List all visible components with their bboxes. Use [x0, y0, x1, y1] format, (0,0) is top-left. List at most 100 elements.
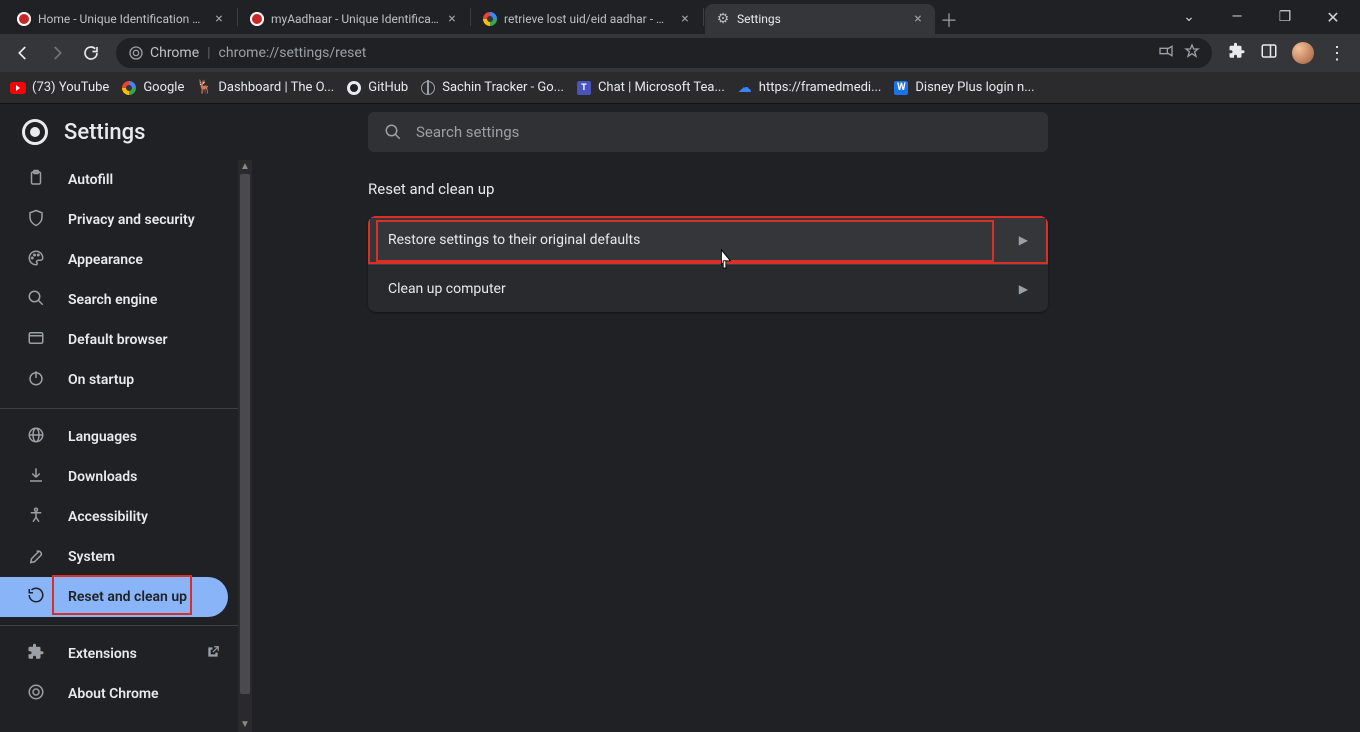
sidebar-item-appearance[interactable]: Appearance [0, 240, 238, 280]
sidebar-item-default-browser[interactable]: Default browser [0, 320, 238, 360]
shield-icon [26, 209, 46, 231]
minimize-button[interactable]: — [1224, 9, 1250, 25]
sidebar-item-on-startup[interactable]: On startup [0, 360, 238, 400]
profile-avatar[interactable] [1292, 42, 1314, 64]
sidebar-label: Languages [68, 429, 137, 445]
sidebar-item-extensions[interactable]: Extensions [0, 634, 238, 674]
close-tab-icon[interactable]: × [678, 12, 692, 26]
bookmark-disney[interactable]: WDisney Plus login n... [893, 80, 1034, 96]
maximize-button[interactable]: ❐ [1272, 9, 1298, 25]
bookmark-teams[interactable]: TChat | Microsoft Tea... [576, 80, 725, 96]
kebab-menu-icon[interactable]: ⋮ [1328, 43, 1346, 64]
sidebar-viewport: Autofill Privacy and security Appearance… [0, 160, 238, 732]
scroll-thumb[interactable] [240, 174, 250, 694]
tab-title: Home - Unique Identification Aut [38, 12, 206, 26]
globe-icon [420, 80, 436, 96]
chevron-down-icon[interactable]: ⌄ [1176, 9, 1202, 25]
bookmark-google[interactable]: Google [121, 80, 184, 96]
tab-separator [237, 8, 238, 26]
browser-tab-3[interactable]: retrieve lost uid/eid aadhar - Goo × [472, 4, 702, 34]
bookmark-label: Sachin Tracker - Go... [442, 80, 564, 95]
sidebar-item-autofill[interactable]: Autofill [0, 160, 238, 200]
reload-button[interactable] [76, 38, 106, 68]
sidebar-item-reset[interactable]: Reset and clean up [0, 577, 228, 617]
sidebar-item-system[interactable]: System [0, 537, 238, 577]
row-label: Clean up computer [388, 281, 506, 297]
sidebar-item-accessibility[interactable]: Accessibility [0, 497, 238, 537]
sidebar-label: Autofill [68, 172, 113, 188]
globe-icon [26, 426, 46, 448]
bookmark-label: Dashboard | The O... [218, 80, 334, 95]
bookmark-label: (73) YouTube [32, 80, 109, 95]
sidebar-item-downloads[interactable]: Downloads [0, 457, 238, 497]
settings-sidebar: Autofill Privacy and security Appearance… [0, 160, 252, 732]
w-icon: W [893, 80, 909, 96]
back-button[interactable] [8, 38, 38, 68]
extensions-icon[interactable] [1228, 42, 1246, 64]
bookmark-github[interactable]: GitHub [346, 80, 408, 96]
deer-icon: 🦌 [196, 80, 212, 96]
sidebar-label: Search engine [68, 292, 157, 308]
browser-tab-1[interactable]: Home - Unique Identification Aut × [6, 4, 236, 34]
sidebar-item-search-engine[interactable]: Search engine [0, 280, 238, 320]
close-window-button[interactable]: ✕ [1320, 8, 1346, 27]
bookmark-dashboard[interactable]: 🦌 Dashboard | The O... [196, 80, 334, 96]
browser-tab-2[interactable]: myAadhaar - Unique Identificatio × [239, 4, 469, 34]
sidebar-label: Privacy and security [68, 212, 195, 228]
settings-search-input[interactable]: Search settings [368, 112, 1048, 152]
sidebar-divider [0, 408, 238, 409]
sidebar-label: About Chrome [68, 686, 159, 702]
bookmark-framedmedi[interactable]: ☁https://framedmedi... [737, 80, 882, 96]
uidai-favicon [16, 11, 32, 27]
chevron-right-icon: ▶ [1019, 282, 1028, 296]
page-title: Settings [64, 120, 145, 145]
browser-toolbar: Chrome | chrome://settings/reset ⋮ [0, 34, 1360, 72]
download-icon [26, 466, 46, 488]
sidebar-item-languages[interactable]: Languages [0, 417, 238, 457]
cloud-icon: ☁ [737, 80, 753, 96]
search-icon [384, 123, 402, 141]
chrome-logo-icon [22, 119, 48, 145]
sidebar-label: Extensions [68, 646, 137, 662]
bookmark-youtube[interactable]: (73) YouTube [10, 80, 109, 96]
tab-title: retrieve lost uid/eid aadhar - Goo [504, 12, 672, 26]
bookmark-label: Google [143, 80, 184, 95]
row-restore-defaults[interactable]: Restore settings to their original defau… [368, 216, 1048, 264]
browser-tab-4[interactable]: ⚙ Settings × [705, 4, 935, 34]
accessibility-icon [26, 506, 46, 528]
sidebar-divider [0, 625, 238, 626]
toolbar-right: ⋮ [1222, 42, 1352, 64]
separator: | [207, 45, 210, 61]
scroll-up-button[interactable]: ▲ [238, 160, 252, 174]
forward-button[interactable] [42, 38, 72, 68]
new-tab-button[interactable]: ＋ [935, 6, 963, 34]
bookmark-sachin[interactable]: Sachin Tracker - Go... [420, 80, 564, 96]
sidebar-item-privacy[interactable]: Privacy and security [0, 200, 238, 240]
share-icon[interactable] [1158, 43, 1174, 63]
browser-icon [26, 329, 46, 351]
sidebar-item-about[interactable]: About Chrome [0, 674, 238, 714]
close-tab-icon[interactable]: × [445, 12, 459, 26]
close-tab-icon[interactable]: × [911, 12, 925, 26]
restore-icon [26, 586, 46, 608]
sidebar-label: Appearance [68, 252, 143, 268]
row-clean-up-computer[interactable]: Clean up computer ▶ [368, 264, 1048, 312]
youtube-icon [10, 80, 26, 96]
scroll-down-button[interactable]: ▼ [238, 718, 252, 732]
sidebar-label: Default browser [68, 332, 168, 348]
row-label: Restore settings to their original defau… [388, 232, 640, 248]
sidebar-scrollbar[interactable]: ▲ ▼ [238, 160, 252, 732]
sidebar-label: System [68, 549, 115, 565]
close-tab-icon[interactable]: × [212, 12, 226, 26]
settings-header: Settings Search settings [0, 104, 1360, 160]
section-title: Reset and clean up [368, 180, 1360, 198]
address-bar[interactable]: Chrome | chrome://settings/reset [116, 38, 1212, 68]
mouse-cursor-icon [716, 248, 734, 270]
side-panel-icon[interactable] [1260, 42, 1278, 64]
sidebar-label: On startup [68, 372, 134, 388]
bookmark-star-icon[interactable] [1184, 43, 1200, 63]
url-text: chrome://settings/reset [219, 45, 367, 61]
site-chip: Chrome [128, 45, 199, 61]
palette-icon [26, 249, 46, 271]
window-title-bar: Home - Unique Identification Aut × myAad… [0, 0, 1360, 34]
